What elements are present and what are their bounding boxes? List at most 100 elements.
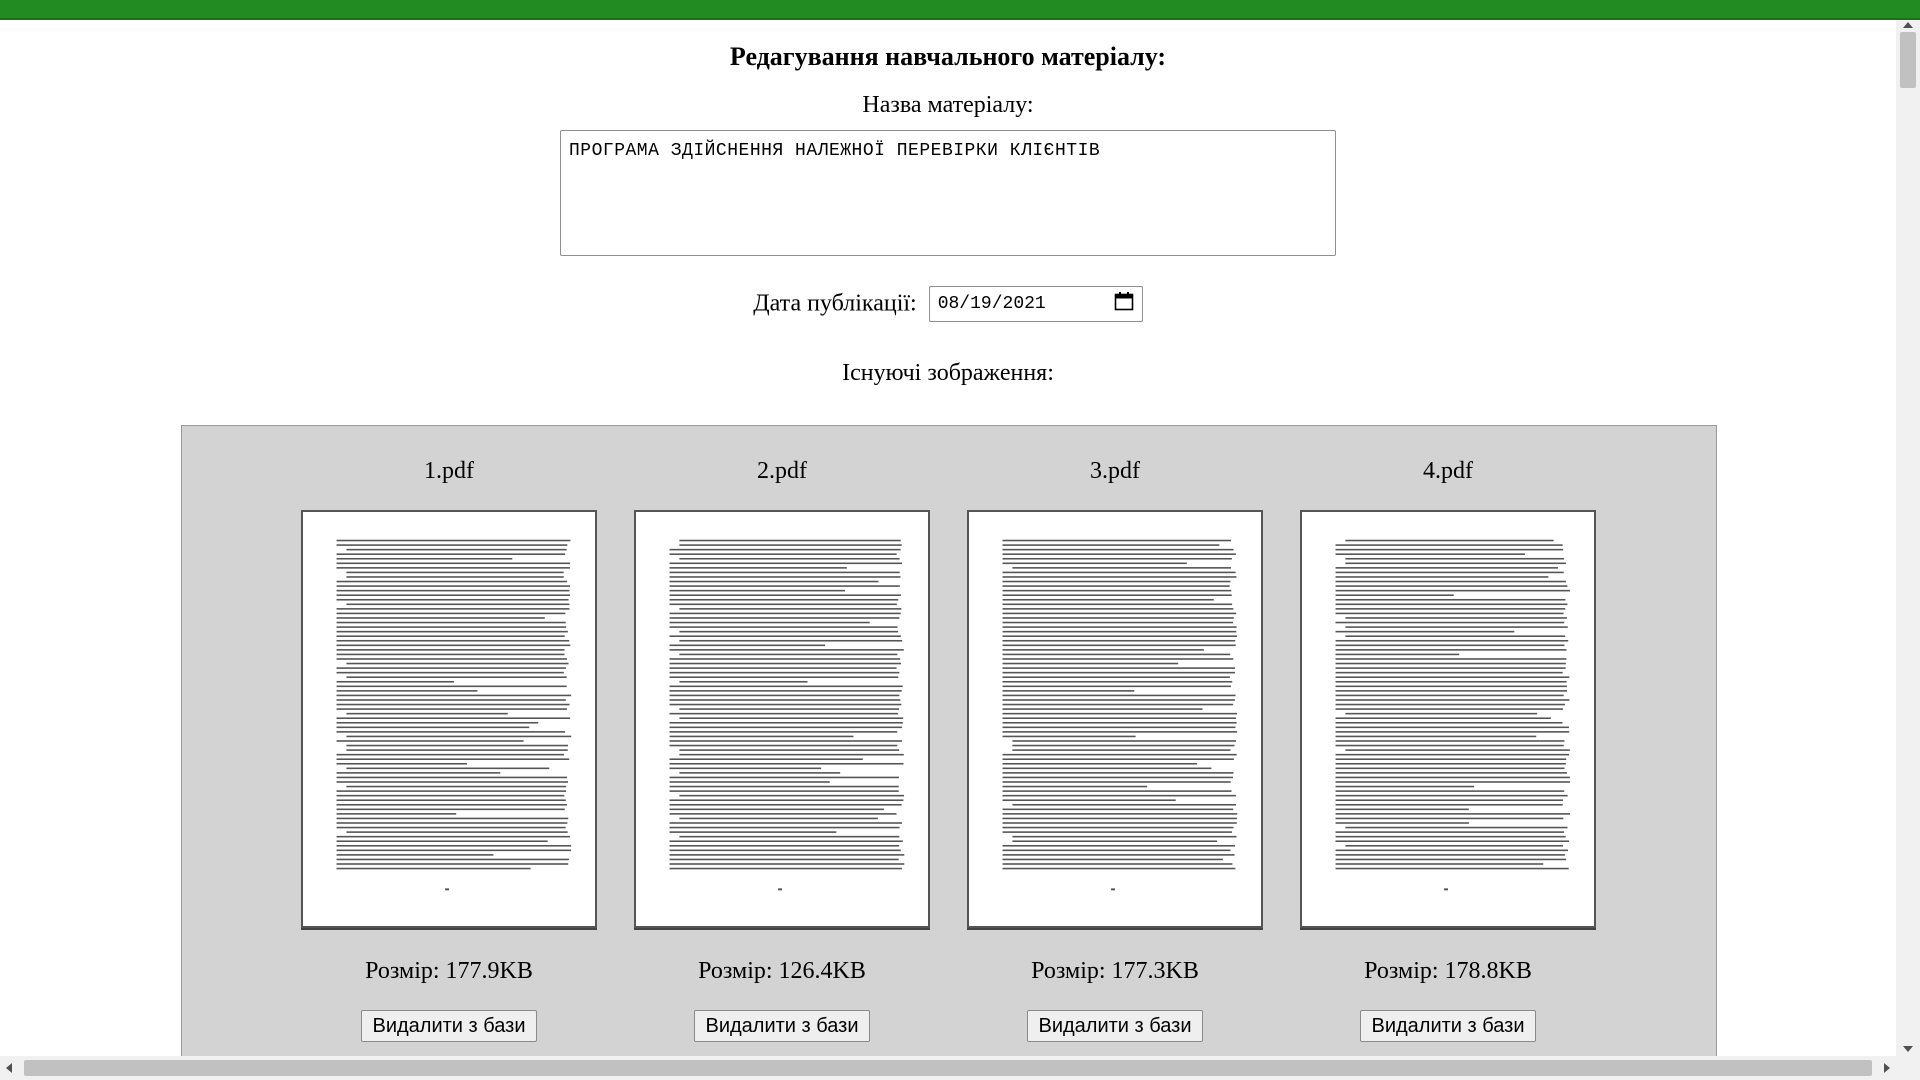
pdf-text-line: [336, 844, 572, 847]
pdf-text-line: [336, 608, 570, 610]
pdf-text-line: [1335, 589, 1571, 592]
pdf-text-line: [1345, 617, 1567, 619]
pdf-text-line: [1335, 803, 1563, 806]
pdf-text-line: [1345, 557, 1565, 560]
pdf-text-line: [1002, 799, 1176, 802]
pdf-text-line: [669, 808, 884, 811]
pdf-text-line: [1002, 685, 1231, 688]
pdf-text-line: [679, 708, 900, 710]
pdf-text-line: [669, 831, 837, 833]
pdf-text-line: [1335, 598, 1566, 601]
file-name: 4.pdf: [1423, 458, 1473, 484]
horizontal-scroll-thumb[interactable]: [24, 1060, 1872, 1076]
pdf-text-line: [669, 621, 870, 624]
scroll-up-arrow-icon[interactable]: [1903, 22, 1913, 28]
pdf-text-line: [1002, 717, 1237, 719]
pdf-text-line: [336, 717, 571, 719]
pdf-text-line: [1012, 749, 1231, 751]
pdf-text-line: [669, 612, 901, 615]
pdf-page-thumbnail: [967, 510, 1263, 928]
pdf-text-line: [1002, 726, 1236, 729]
pdf-text-line: [1335, 548, 1564, 551]
pdf-text-line: [679, 794, 905, 797]
pdf-text-line: [336, 781, 568, 783]
pdf-text-line: [336, 644, 571, 647]
pdf-text-line: [679, 835, 900, 838]
pdf-text-line: [1002, 589, 1232, 592]
pdf-text-line: [336, 817, 569, 820]
pdf-text-line: [669, 649, 904, 651]
pdf-text-line: [336, 822, 568, 824]
horizontal-scrollbar[interactable]: [0, 1056, 1920, 1080]
pdf-text-line: [669, 671, 900, 674]
pdf-text-line: [1335, 630, 1515, 633]
pdf-text-line: [1335, 813, 1571, 815]
edit-material-page: Редагування навчального матеріалу: Назва…: [0, 20, 1896, 1056]
delete-from-db-button[interactable]: Видалити з бази: [694, 1010, 870, 1042]
pdf-text-line: [1002, 844, 1236, 847]
pdf-text-line: [1335, 753, 1570, 756]
pdf-text-line: [669, 785, 899, 788]
pdf-text-line: [1335, 840, 1570, 843]
delete-from-db-button[interactable]: Видалити з бази: [1027, 1010, 1203, 1042]
pdf-text-line: [669, 726, 902, 729]
pdf-text-line: [336, 694, 572, 697]
pdf-text-line: [1002, 822, 1237, 824]
publication-date-input[interactable]: 08/19/2021: [928, 286, 1143, 322]
pdf-text-line: [1335, 544, 1563, 546]
pdf-text-line: [669, 740, 903, 742]
pdf-text-line: [336, 635, 565, 637]
pdf-text-line: [336, 649, 565, 651]
pdf-text-line: [1002, 594, 1232, 596]
vertical-scrollbar[interactable]: [1896, 20, 1920, 1056]
pdf-text-line: [1345, 635, 1566, 637]
pdf-text-line: [346, 603, 570, 606]
pdf-text-line: [669, 585, 900, 587]
pdf-text-line: [1335, 649, 1567, 651]
pdf-text-line: [1335, 785, 1475, 788]
pdf-text-line: [1335, 594, 1454, 596]
pdf-text-line: [1335, 772, 1567, 774]
pdf-text-line: [669, 553, 897, 555]
delete-from-db-button[interactable]: Видалити з бази: [1360, 1010, 1536, 1042]
pdf-text-line: [669, 667, 897, 669]
pdf-text-line: [336, 553, 566, 555]
pdf-text-line: [336, 639, 570, 642]
pdf-text-line: [669, 813, 897, 815]
pdf-text-line: [1002, 817, 1237, 820]
pdf-text-line: [1002, 603, 1233, 606]
pdf-text-line: [336, 703, 570, 706]
scroll-down-arrow-icon[interactable]: [1903, 1046, 1913, 1052]
pdf-text-line: [1002, 676, 1230, 678]
pdf-text-line: [669, 767, 822, 770]
publication-date-value: 08/19/2021: [937, 294, 1046, 314]
pdf-text-line: [1002, 790, 1232, 792]
pdf-text-line: [336, 567, 570, 569]
pdf-text-line: [679, 749, 900, 751]
pdf-text-line: [336, 758, 570, 761]
pdf-text-line: [669, 658, 901, 660]
calendar-icon[interactable]: [1114, 291, 1134, 317]
pdf-text-line: [1335, 776, 1570, 779]
pdf-text-line: [336, 671, 564, 674]
pdf-text-line: [1002, 671, 1235, 674]
pdf-text-line: [1002, 699, 1235, 701]
pdf-text-line: [336, 612, 566, 615]
pdf-text-line: [669, 735, 854, 738]
pdf-text-line: [669, 580, 879, 583]
delete-from-db-button[interactable]: Видалити з бази: [361, 1010, 537, 1042]
pdf-text-line: [1002, 785, 1148, 788]
pdf-page-thumbnail: [1300, 510, 1596, 928]
vertical-scroll-thumb[interactable]: [1900, 32, 1916, 88]
pdf-text-line: [1335, 576, 1549, 578]
pdf-text-line: [1002, 731, 1238, 733]
material-name-input[interactable]: ПРОГРАМА ЗДІЙСНЕННЯ НАЛЕЖНОЇ ПЕРЕВІРКИ К…: [560, 130, 1336, 256]
pdf-text-line: [336, 790, 566, 792]
file-name: 3.pdf: [1090, 458, 1140, 484]
publication-date-label: Дата публікації:: [753, 290, 917, 317]
scroll-left-arrow-icon[interactable]: [6, 1063, 12, 1073]
pdf-text-line: [1335, 621, 1565, 624]
pdf-text-line: [1335, 699, 1570, 701]
scroll-right-arrow-icon[interactable]: [1884, 1063, 1890, 1073]
pdf-text-line: [336, 731, 566, 733]
